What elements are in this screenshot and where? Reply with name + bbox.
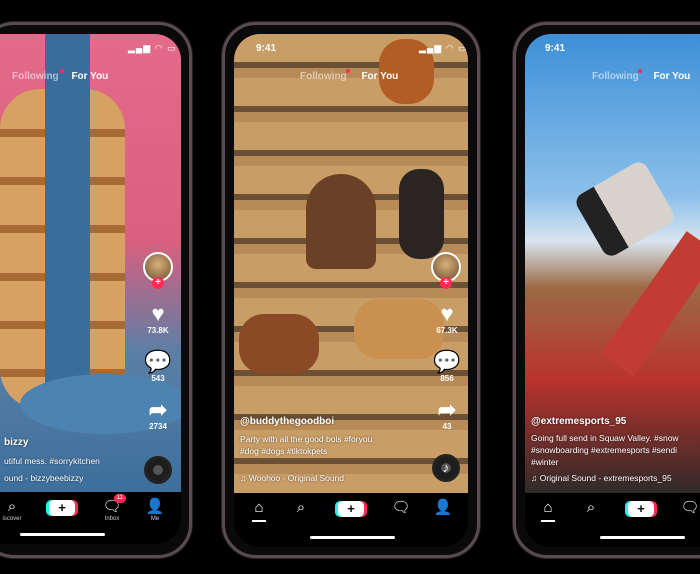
caption-line-2: #snowboarding #extremesports #sendi — [531, 445, 678, 455]
music-note-icon: ♫ — [240, 473, 249, 483]
sound-name: Original Sound - extremesports_95 — [539, 473, 672, 483]
status-icons: ▂▄▆ ◠ ▭ — [419, 43, 468, 53]
follow-button[interactable]: + — [440, 277, 452, 289]
create-button[interactable]: + — [338, 501, 364, 517]
blue-drip — [45, 34, 90, 424]
search-icon: ⌕ — [7, 498, 17, 515]
snowboarder — [572, 158, 678, 260]
comment-icon: 💬 — [144, 349, 172, 374]
sound-label[interactable]: ♫ Original Sound - extremesports_95 — [531, 473, 672, 483]
plus-icon: + — [58, 500, 66, 515]
caption-text: utiful mess. #sorrykitchen — [4, 456, 100, 466]
share-icon: ➦ — [148, 397, 168, 422]
home-active-underline — [252, 520, 266, 522]
inbox-icon: 🗨 — [391, 499, 411, 516]
live-dot — [60, 69, 64, 73]
caption-line-3: #winter — [531, 457, 559, 467]
caption-line-1: Going full send in Squaw Valley. #snow — [531, 433, 679, 443]
home-indicator — [310, 536, 395, 539]
comment-count: 856 — [440, 374, 454, 383]
share-button[interactable]: ➦ 43 — [427, 397, 467, 432]
nav-label: Me — [150, 516, 160, 522]
like-button[interactable]: ♥ 73.8K — [138, 301, 178, 336]
music-note-icon: ♫ — [531, 473, 540, 483]
like-count: 73.8K — [147, 326, 169, 335]
feed-tabs: Following For You — [592, 69, 690, 82]
heart-icon: ♥ — [440, 301, 454, 326]
nav-inbox[interactable]: 🗨 — [383, 499, 419, 517]
comment-count: 543 — [151, 374, 165, 383]
comment-button[interactable]: 💬 543 — [138, 349, 178, 384]
like-button[interactable]: ♥ 67.3K — [427, 301, 467, 336]
person-icon: 👤 — [433, 499, 453, 516]
tab-following[interactable]: Following — [300, 71, 347, 82]
share-count: 43 — [442, 422, 452, 431]
feed-tabs: Following For You — [12, 69, 108, 82]
nav-inbox[interactable]: 🗨 Inbox 11 — [94, 494, 130, 522]
phone-left-screen: ▂▄▆ ◠ ▭ Following For You + ♥ 73.8K 💬 543 … — [0, 34, 181, 544]
comment-icon: 💬 — [433, 349, 461, 374]
tab-for-you[interactable]: For You — [653, 71, 690, 82]
phone-middle-screen: 9:41 ▂▄▆ ◠ ▭ Following For You + ♥ 67.3K … — [234, 34, 468, 547]
inbox-icon: 🗨 — [680, 499, 700, 516]
caption-username[interactable]: bizzy — [4, 437, 28, 448]
nav-me[interactable]: 👤 — [425, 499, 461, 517]
home-indicator — [600, 536, 685, 539]
heart-icon: ♥ — [151, 301, 165, 326]
bottom-nav: ⌕ iscover + 🗨 Inbox 11 👤 Me — [0, 492, 181, 544]
bottom-nav: ⌂ ⌕ + 🗨 — [525, 493, 700, 547]
dog-sweater — [239, 314, 319, 374]
nav-label: iscover — [2, 516, 22, 522]
caption-line-2: #dog #dogs #tiktokpets — [240, 446, 328, 456]
tab-following[interactable]: Following — [592, 71, 639, 82]
phone-right-screen: 9:41 Following For You @extremesports_95… — [525, 34, 700, 547]
search-icon: ⌕ — [586, 499, 596, 516]
follow-button[interactable]: + — [152, 277, 164, 289]
like-count: 67.3K — [436, 326, 458, 335]
tab-for-you[interactable]: For You — [361, 71, 398, 82]
share-count: 2734 — [149, 422, 167, 431]
nav-search[interactable]: ⌕ — [573, 499, 609, 517]
sound-name: Woohoo - Original Sound — [248, 473, 345, 483]
plus-icon: + — [347, 501, 355, 516]
caption-username[interactable]: @extremesports_95 — [531, 416, 626, 427]
tab-following[interactable]: Following — [12, 71, 59, 82]
status-time: 9:41 — [256, 43, 277, 54]
home-active-underline — [541, 520, 555, 522]
music-disc[interactable] — [144, 456, 172, 484]
home-icon: ⌂ — [543, 499, 553, 516]
nav-me[interactable]: 👤 Me — [137, 498, 173, 522]
sound-label[interactable]: ♫ Woohoo - Original Sound — [240, 473, 344, 483]
create-button[interactable]: + — [49, 500, 75, 516]
feed-tabs: Following For You — [300, 69, 398, 82]
live-dot — [638, 69, 642, 73]
tab-for-you[interactable]: For You — [71, 71, 108, 82]
nav-discover[interactable]: ⌕ iscover — [0, 498, 30, 522]
plus-icon: + — [637, 501, 645, 516]
live-dot — [346, 69, 350, 73]
home-indicator — [20, 533, 105, 536]
dog-dark — [399, 169, 444, 259]
music-disc[interactable]: ♪ — [432, 454, 460, 482]
caption-username[interactable]: @buddythegoodboi — [240, 416, 334, 427]
status-icons: ▂▄▆ ◠ ▭ — [128, 43, 177, 53]
status-time: 9:41 — [545, 43, 566, 54]
sound-label[interactable]: ound - bizzybeebizzy — [4, 473, 83, 483]
home-icon: ⌂ — [254, 499, 264, 516]
nav-search[interactable]: ⌕ — [283, 499, 319, 517]
inbox-badge: 11 — [113, 494, 126, 503]
share-icon: ➦ — [437, 397, 457, 422]
person-icon: 👤 — [145, 498, 165, 515]
caption-line-1: Party with all the good bois #foryou — [240, 434, 373, 444]
bottom-nav: ⌂ ⌕ + 🗨 👤 — [234, 493, 468, 547]
woman — [306, 174, 376, 269]
share-button[interactable]: ➦ 2734 — [138, 397, 178, 432]
search-icon: ⌕ — [296, 499, 306, 516]
nav-home[interactable]: ⌂ — [530, 499, 566, 517]
nav-home[interactable]: ⌂ — [241, 499, 277, 517]
create-button[interactable]: + — [628, 501, 654, 517]
nav-label: Inbox — [104, 516, 120, 522]
comment-button[interactable]: 💬 856 — [427, 349, 467, 384]
nav-inbox[interactable]: 🗨 — [672, 499, 700, 517]
